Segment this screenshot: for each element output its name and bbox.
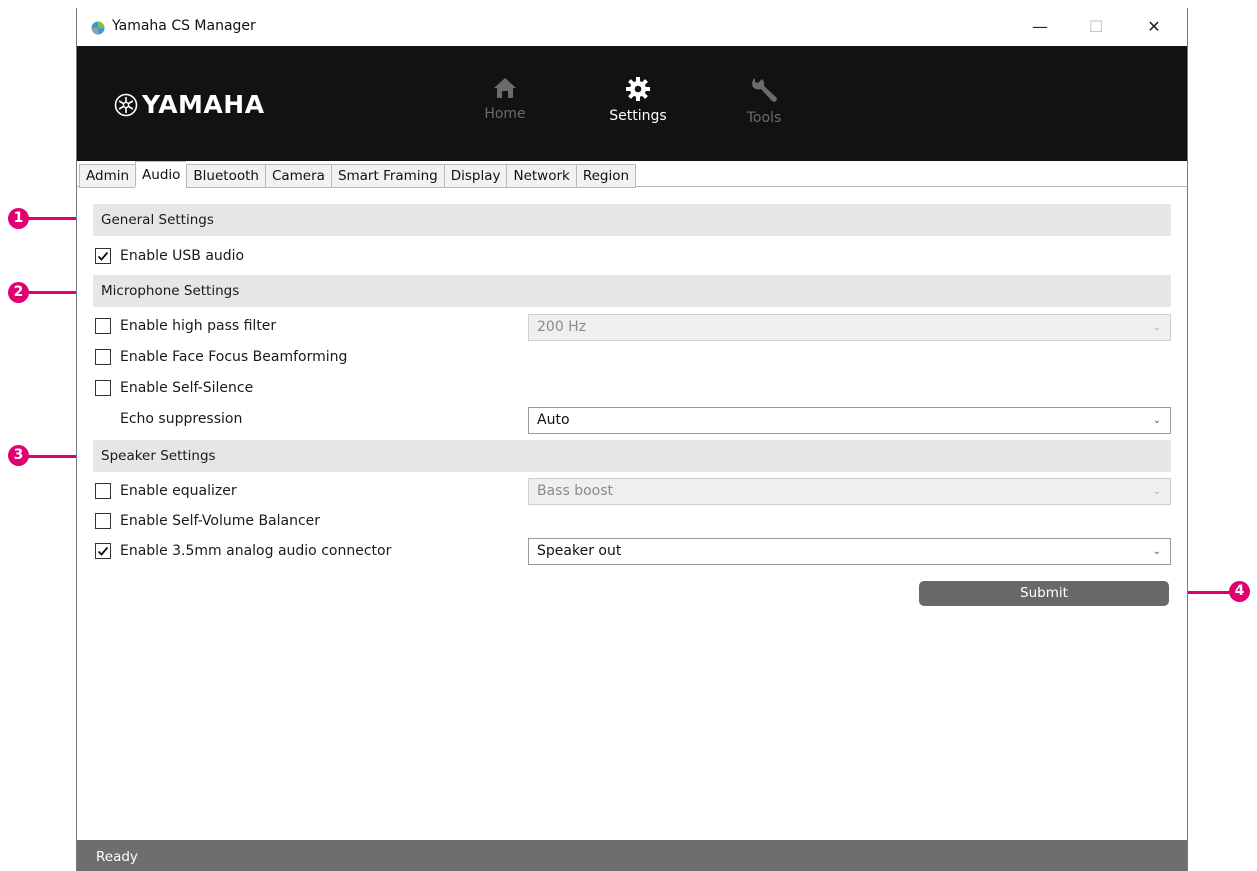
enable-usb-audio-row[interactable]: Enable USB audio [95, 244, 244, 268]
self-silence-label: Enable Self-Silence [120, 380, 254, 396]
face-focus-row[interactable]: Enable Face Focus Beamforming [95, 345, 347, 369]
title-bar: Yamaha CS Manager — ☐ ✕ [77, 8, 1187, 46]
face-focus-checkbox[interactable] [95, 349, 111, 365]
app-header: YAMAHA Home Settings Tools [77, 46, 1187, 161]
callout-3: 3 [8, 445, 29, 466]
nav-tools[interactable]: Tools [719, 76, 809, 126]
self-silence-row[interactable]: Enable Self-Silence [95, 376, 253, 400]
tab-camera[interactable]: Camera [264, 164, 331, 188]
nav-settings[interactable]: Settings [593, 76, 683, 124]
tab-display[interactable]: Display [443, 164, 507, 188]
high-pass-filter-label: Enable high pass filter [120, 318, 277, 334]
analog-connector-select[interactable]: Speaker out ⌄ [528, 538, 1171, 565]
window-title: Yamaha CS Manager [112, 18, 256, 34]
yamaha-emblem-icon [114, 93, 138, 116]
nav-settings-label: Settings [609, 108, 667, 124]
equalizer-checkbox[interactable] [95, 483, 111, 499]
nav-home[interactable]: Home [460, 76, 550, 122]
equalizer-row[interactable]: Enable equalizer [95, 479, 237, 503]
callout-4: 4 [1229, 581, 1250, 602]
analog-connector-row[interactable]: Enable 3.5mm analog audio connector [95, 539, 391, 563]
high-pass-filter-select[interactable]: 200 Hz ⌄ [528, 314, 1171, 341]
self-volume-row[interactable]: Enable Self-Volume Balancer [95, 509, 320, 533]
self-volume-label: Enable Self-Volume Balancer [120, 513, 321, 529]
chevron-down-icon: ⌄ [1152, 322, 1161, 333]
nav-tools-label: Tools [746, 110, 782, 126]
analog-connector-label: Enable 3.5mm analog audio connector [120, 543, 392, 559]
chevron-down-icon: ⌄ [1152, 546, 1161, 557]
analog-connector-checkbox[interactable] [95, 543, 111, 559]
tab-bluetooth[interactable]: Bluetooth [186, 164, 265, 188]
checkmark-icon [97, 546, 109, 556]
high-pass-filter-checkbox[interactable] [95, 318, 111, 334]
enable-usb-audio-label: Enable USB audio [120, 248, 245, 264]
callout-1: 1 [8, 208, 29, 229]
close-button[interactable]: ✕ [1131, 8, 1177, 44]
tab-smart-framing[interactable]: Smart Framing [330, 164, 444, 188]
echo-suppression-value: Auto [537, 412, 570, 428]
yamaha-logo: YAMAHA [114, 90, 265, 119]
logo-text: YAMAHA [142, 90, 265, 119]
enable-usb-audio-checkbox[interactable] [95, 248, 111, 264]
checkmark-icon [97, 251, 109, 261]
nav-home-label: Home [484, 106, 526, 122]
tab-audio[interactable]: Audio [135, 161, 187, 187]
chevron-down-icon: ⌄ [1152, 486, 1161, 497]
wrench-icon [752, 78, 777, 102]
echo-suppression-label: Echo suppression [120, 411, 243, 427]
app-logo-icon [91, 21, 105, 35]
chevron-down-icon: ⌄ [1152, 415, 1161, 426]
app-window: Yamaha CS Manager — ☐ ✕ YAMAHA Home Sett… [76, 8, 1188, 871]
equalizer-select[interactable]: Bass boost ⌄ [528, 478, 1171, 505]
gear-icon [626, 77, 650, 101]
minimize-button[interactable]: — [1017, 8, 1063, 44]
self-volume-checkbox[interactable] [95, 513, 111, 529]
face-focus-label: Enable Face Focus Beamforming [120, 349, 348, 365]
home-icon [494, 78, 516, 98]
general-settings-header: General Settings [93, 204, 1171, 236]
echo-suppression-select[interactable]: Auto ⌄ [528, 407, 1171, 434]
callout-2: 2 [8, 282, 29, 303]
microphone-settings-header: Microphone Settings [93, 275, 1171, 307]
speaker-settings-header: Speaker Settings [93, 440, 1171, 472]
tab-admin[interactable]: Admin [79, 164, 136, 188]
submit-button[interactable]: Submit [919, 581, 1169, 606]
high-pass-filter-value: 200 Hz [537, 319, 587, 335]
tab-region[interactable]: Region [575, 164, 637, 188]
self-silence-checkbox[interactable] [95, 380, 111, 396]
analog-connector-value: Speaker out [537, 543, 622, 559]
status-bar: Ready [77, 840, 1187, 871]
tab-network[interactable]: Network [506, 164, 576, 188]
maximize-button[interactable]: ☐ [1073, 8, 1119, 44]
equalizer-value: Bass boost [537, 483, 614, 499]
high-pass-filter-row[interactable]: Enable high pass filter [95, 314, 276, 338]
settings-tabstrip: Admin Audio Bluetooth Camera Smart Frami… [77, 161, 1187, 188]
status-text: Ready [96, 849, 138, 865]
equalizer-label: Enable equalizer [120, 483, 237, 499]
